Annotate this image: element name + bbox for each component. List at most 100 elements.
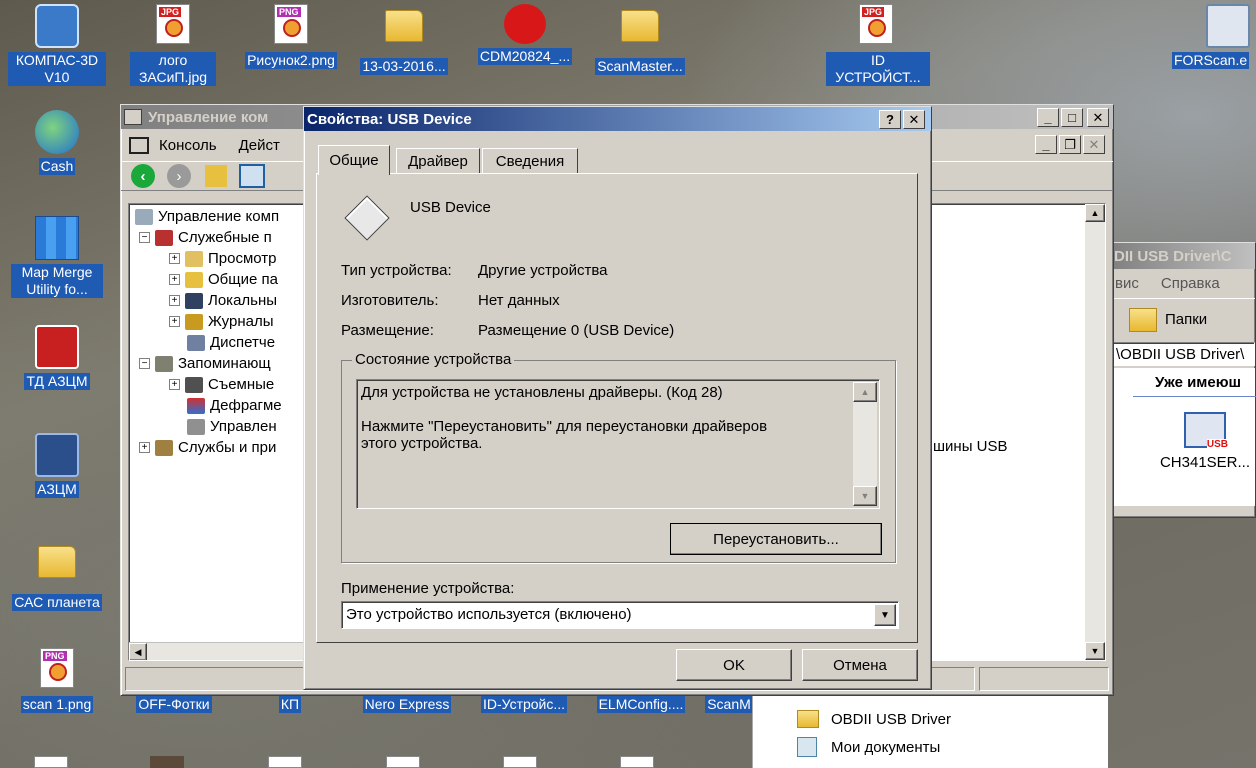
group-label: Состояние устройства xyxy=(352,351,515,368)
mmc-tree-pane: Управление комп − Служебные п + Просмотр… xyxy=(128,203,306,661)
tree-shared-folders[interactable]: + Общие па xyxy=(169,269,278,290)
desktop-icon-kompas[interactable]: КОМПАС-3D V10 xyxy=(7,4,107,90)
desktop-icon-sas-planeta[interactable]: САС планета xyxy=(7,540,107,615)
close-button[interactable]: ✕ xyxy=(1087,108,1109,127)
defrag-icon xyxy=(187,397,205,414)
details-text: шины USB xyxy=(933,438,1008,455)
tree-storage[interactable]: − Запоминающ xyxy=(139,353,271,374)
status-vscrollbar[interactable]: ▲ ▼ xyxy=(853,382,877,506)
tab-details[interactable]: Сведения xyxy=(482,148,578,173)
explorer-address-bar[interactable]: \OBDII USB Driver\ xyxy=(1111,342,1255,366)
desktop-icon-logo-jpg[interactable]: JPG лого ЗАСиП.jpg xyxy=(123,4,223,90)
details-vscrollbar[interactable]: ▲ ▼ xyxy=(1085,204,1105,660)
expand-icon[interactable]: + xyxy=(139,442,150,453)
desktop-icon-cdm20824[interactable]: CDM20824_... xyxy=(475,4,575,69)
png-file-icon: PNG xyxy=(269,4,313,48)
tab-general[interactable]: Общие xyxy=(318,145,390,175)
usage-select[interactable]: Это устройство используется (включено) ▼ xyxy=(341,601,899,629)
desktop-icon-scanm[interactable]: ScanM xyxy=(703,696,755,717)
tab-driver[interactable]: Драйвер xyxy=(396,148,480,173)
tree-root[interactable]: Управление комп xyxy=(135,206,279,227)
tree-local-users[interactable]: + Локальны xyxy=(169,290,277,311)
desktop-icon-cash[interactable]: Cash xyxy=(7,110,107,179)
desktop-icon-id-ustroist[interactable]: JPG ID УСТРОЙСТ... xyxy=(826,4,930,90)
tree-removable-storage[interactable]: + Съемные xyxy=(169,374,274,395)
shared-folder-icon xyxy=(185,271,203,288)
desktop-icon-elmconfig[interactable]: ELMConfig.... xyxy=(591,696,691,717)
desktop-icon-td-azcm[interactable]: ТД АЗЦМ xyxy=(7,325,107,394)
desktop-icon-label: ID УСТРОЙСТ... xyxy=(826,52,930,86)
expand-icon[interactable]: + xyxy=(169,253,180,264)
collapse-icon[interactable]: − xyxy=(139,358,150,369)
up-folder-icon[interactable] xyxy=(205,165,227,187)
scroll-up-button[interactable]: ▲ xyxy=(853,382,877,402)
desktop-icon-forscan[interactable]: FORScan.e xyxy=(1172,4,1256,73)
services-icon xyxy=(155,439,173,456)
properties-dialog: Свойства: USB Device ? ✕ Общие Драйвер С… xyxy=(303,106,932,690)
desktop-icon-scanmaster[interactable]: ScanMaster... xyxy=(590,4,690,79)
desktop-icon-kp[interactable]: КП xyxy=(240,696,340,717)
folders-button[interactable]: Папки xyxy=(1165,311,1207,328)
desktop-icon-label: Map Merge Utility fo... xyxy=(11,264,103,298)
status-text-line1: Для устройства не установлены драйверы. … xyxy=(361,384,723,401)
close-button[interactable]: ✕ xyxy=(903,110,925,129)
file-ch341ser[interactable]: USB CH341SER... xyxy=(1155,412,1255,471)
desktop-icon-label: КП xyxy=(278,696,302,713)
dialog-titlebar[interactable]: Свойства: USB Device ? ✕ xyxy=(304,107,931,131)
child-close-button[interactable]: ✕ xyxy=(1083,135,1105,154)
show-hide-tree-icon[interactable] xyxy=(239,164,265,188)
tree-services-apps[interactable]: + Службы и при xyxy=(139,437,276,458)
tree-disk-management[interactable]: Управлен xyxy=(187,416,277,437)
disk-management-icon xyxy=(187,418,205,435)
back-icon[interactable]: ‹ xyxy=(131,164,155,188)
tree-perf-logs[interactable]: + Журналы xyxy=(169,311,274,332)
desktop-icon-scan1[interactable]: PNG scan 1.png xyxy=(7,648,107,717)
desktop-icon-azcm[interactable]: АЗЦМ xyxy=(7,433,107,502)
menu-action[interactable]: Дейст xyxy=(239,137,280,154)
expand-icon[interactable]: + xyxy=(169,316,180,327)
menu-console[interactable]: Консоль xyxy=(159,137,217,154)
ok-button[interactable]: OK xyxy=(676,649,792,681)
minimize-button[interactable]: _ xyxy=(1037,108,1059,127)
lock-icon xyxy=(35,433,79,477)
desktop-icon-risunok2[interactable]: PNG Рисунок2.png xyxy=(241,4,341,73)
desktop-icon-nero-express[interactable]: Nero Express xyxy=(357,696,457,717)
desktop-icon-id-ustroys[interactable]: ID-Устройс... xyxy=(474,696,574,717)
cancel-button[interactable]: Отмена xyxy=(802,649,918,681)
expand-icon[interactable]: + xyxy=(169,274,180,285)
scroll-up-button[interactable]: ▲ xyxy=(1085,204,1105,222)
tree-defrag[interactable]: Дефрагме xyxy=(187,395,282,416)
tree-item-obdii[interactable]: OBDII USB Driver xyxy=(797,710,951,728)
desktop-icon-folder-13-03-2016[interactable]: 13-03-2016... xyxy=(354,4,454,79)
prop-location-key: Размещение: xyxy=(341,322,434,339)
tree-device-manager[interactable]: Диспетче xyxy=(187,332,275,353)
scroll-left-button[interactable]: ◀ xyxy=(129,643,147,660)
maximize-button[interactable]: □ xyxy=(1061,108,1083,127)
desktop-icon-label: 13-03-2016... xyxy=(360,58,448,75)
chevron-down-icon[interactable]: ▼ xyxy=(874,604,896,626)
tree-hscrollbar[interactable]: ◀ xyxy=(129,642,305,660)
forward-icon[interactable]: › xyxy=(167,164,191,188)
collapse-icon[interactable]: − xyxy=(139,232,150,243)
desktop-icon-off-fotki[interactable]: OFF-Фотки xyxy=(124,696,224,717)
desktop-icon-label: ELMConfig.... xyxy=(596,696,686,713)
desktop-icon-map-merge[interactable]: Map Merge Utility fo... xyxy=(7,216,107,302)
menu-item-help[interactable]: Справка xyxy=(1161,275,1220,292)
reinstall-button[interactable]: Переустановить... xyxy=(670,523,882,555)
tree-item-my-documents[interactable]: Мои документы xyxy=(797,737,940,757)
scroll-down-button[interactable]: ▼ xyxy=(1085,642,1105,660)
menu-item[interactable]: вис xyxy=(1115,275,1139,292)
explorer-window: DII USB Driver\C вис Справка Папки \OBDI… xyxy=(1110,242,1256,518)
status-textbox[interactable]: Для устройства не установлены драйверы. … xyxy=(356,379,880,509)
tree-system-tools[interactable]: − Служебные п xyxy=(139,227,272,248)
help-button[interactable]: ? xyxy=(879,110,901,129)
child-minimize-button[interactable]: _ xyxy=(1035,135,1057,154)
device-status-group: Состояние устройства Для устройства не у… xyxy=(341,351,896,563)
expand-icon[interactable]: + xyxy=(169,379,180,390)
scroll-down-button[interactable]: ▼ xyxy=(853,486,877,506)
expand-icon[interactable]: + xyxy=(169,295,180,306)
explorer-titlebar[interactable]: DII USB Driver\C xyxy=(1111,243,1255,269)
desktop-icon-label: Cash xyxy=(38,158,76,175)
child-restore-button[interactable]: ❐ xyxy=(1059,135,1081,154)
tree-event-viewer[interactable]: + Просмотр xyxy=(169,248,277,269)
